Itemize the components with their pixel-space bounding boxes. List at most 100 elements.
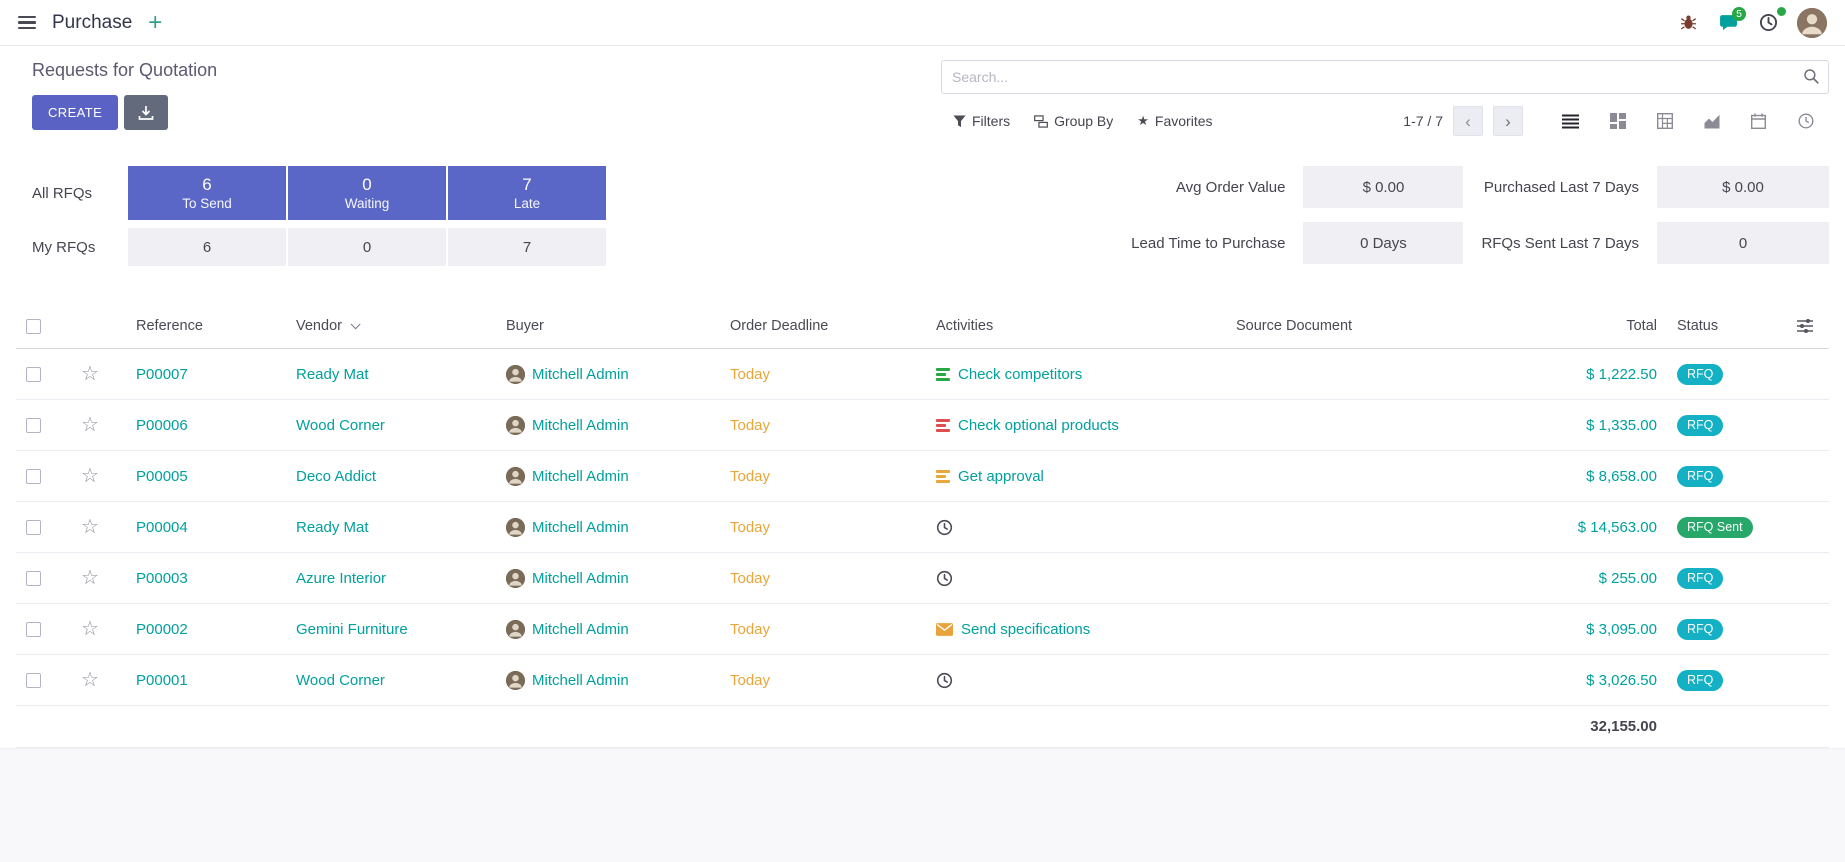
col-buyer[interactable]: Buyer (496, 304, 720, 349)
col-activities[interactable]: Activities (926, 304, 1226, 349)
activity-link[interactable]: Check competitors (958, 366, 1082, 383)
group-by-icon (1034, 115, 1048, 128)
buyer-link[interactable]: Mitchell Admin (532, 519, 629, 536)
buyer-link[interactable]: Mitchell Admin (532, 672, 629, 689)
row-checkbox[interactable] (26, 571, 41, 586)
my-waiting-count[interactable]: 0 (288, 228, 446, 266)
vendor-link[interactable]: Gemini Furniture (296, 621, 408, 638)
tile-late[interactable]: 7 Late (448, 166, 606, 220)
tasks-green-icon[interactable] (936, 368, 950, 381)
col-order-deadline[interactable]: Order Deadline (720, 304, 926, 349)
buyer-link[interactable]: Mitchell Admin (532, 366, 629, 383)
row-checkbox[interactable] (26, 418, 41, 433)
clock-icon[interactable] (936, 570, 953, 587)
filters-button[interactable]: Filters (941, 107, 1022, 135)
list-view-icon[interactable] (1547, 104, 1594, 138)
export-button[interactable] (124, 95, 168, 130)
favorite-star-icon[interactable]: ☆ (81, 465, 99, 487)
table-row[interactable]: ☆ P00003 Azure Interior Mitchell Admin T… (16, 553, 1829, 604)
reference-link[interactable]: P00007 (136, 366, 188, 383)
col-reference[interactable]: Reference (126, 304, 286, 349)
pager-next-button[interactable]: › (1493, 106, 1523, 136)
activity-view-icon[interactable] (1782, 104, 1829, 138)
total-amount: $ 14,563.00 (1578, 519, 1657, 536)
favorite-star-icon[interactable]: ☆ (81, 669, 99, 691)
bug-icon[interactable] (1677, 12, 1699, 34)
kpi-purchased-label: Purchased Last 7 Days (1481, 179, 1639, 196)
search-icon[interactable] (1803, 68, 1820, 85)
buyer-link[interactable]: Mitchell Admin (532, 417, 629, 434)
table-row[interactable]: ☆ P00002 Gemini Furniture Mitchell Admin… (16, 604, 1829, 655)
vendor-link[interactable]: Wood Corner (296, 417, 385, 434)
tile-waiting[interactable]: 0 Waiting (288, 166, 446, 220)
tasks-red-icon[interactable] (936, 419, 950, 432)
table-row[interactable]: ☆ P00005 Deco Addict Mitchell Admin Toda… (16, 451, 1829, 502)
kpi-rfqs-sent-value: 0 (1657, 222, 1829, 264)
calendar-view-icon[interactable] (1735, 104, 1782, 138)
col-source-document[interactable]: Source Document (1226, 304, 1512, 349)
row-checkbox[interactable] (26, 622, 41, 637)
pivot-view-icon[interactable] (1641, 104, 1688, 138)
menu-hamburger-icon[interactable] (18, 16, 36, 29)
reference-link[interactable]: P00006 (136, 417, 188, 434)
reference-link[interactable]: P00002 (136, 621, 188, 638)
download-icon (138, 105, 154, 121)
envelope-icon[interactable] (936, 623, 953, 636)
reference-link[interactable]: P00001 (136, 672, 188, 689)
tile-to-send[interactable]: 6 To Send (128, 166, 286, 220)
col-status[interactable]: Status (1667, 304, 1787, 349)
search-input[interactable] (941, 60, 1829, 94)
reference-link[interactable]: P00005 (136, 468, 188, 485)
vendor-link[interactable]: Deco Addict (296, 468, 376, 485)
buyer-link[interactable]: Mitchell Admin (532, 570, 629, 587)
table-row[interactable]: ☆ P00006 Wood Corner Mitchell Admin Toda… (16, 400, 1829, 451)
my-to-send-count[interactable]: 6 (128, 228, 286, 266)
clock-icon[interactable] (936, 672, 953, 689)
vendor-link[interactable]: Ready Mat (296, 366, 369, 383)
pager-prev-button[interactable]: ‹ (1453, 106, 1483, 136)
favorite-star-icon[interactable]: ☆ (81, 567, 99, 589)
row-checkbox[interactable] (26, 469, 41, 484)
activity-clock-icon[interactable] (1757, 12, 1779, 34)
activity-link[interactable]: Get approval (958, 468, 1044, 485)
tasks-yellow-icon[interactable] (936, 470, 950, 483)
buyer-avatar (506, 620, 525, 639)
chat-icon[interactable]: 5 (1717, 12, 1739, 34)
total-amount: $ 255.00 (1599, 570, 1657, 587)
table-row[interactable]: ☆ P00007 Ready Mat Mitchell Admin Today … (16, 349, 1829, 400)
vendor-link[interactable]: Azure Interior (296, 570, 386, 587)
buyer-link[interactable]: Mitchell Admin (532, 468, 629, 485)
row-checkbox[interactable] (26, 520, 41, 535)
create-button[interactable]: CREATE (32, 95, 118, 130)
row-checkbox[interactable] (26, 673, 41, 688)
activity-link[interactable]: Send specifications (961, 621, 1090, 638)
favorite-star-icon[interactable]: ☆ (81, 363, 99, 385)
graph-view-icon[interactable] (1688, 104, 1735, 138)
table-row[interactable]: ☆ P00004 Ready Mat Mitchell Admin Today … (16, 502, 1829, 553)
vendor-link[interactable]: Ready Mat (296, 519, 369, 536)
status-badge: RFQ (1677, 568, 1723, 589)
reference-link[interactable]: P00004 (136, 519, 188, 536)
col-vendor[interactable]: Vendor (286, 304, 496, 349)
clock-icon[interactable] (936, 519, 953, 536)
pager: 1-7 / 7 ‹ › (1403, 106, 1523, 136)
col-total[interactable]: Total (1512, 304, 1667, 349)
favorites-button[interactable]: ★ Favorites (1125, 107, 1224, 135)
table-row[interactable]: ☆ P00001 Wood Corner Mitchell Admin Toda… (16, 655, 1829, 706)
favorite-star-icon[interactable]: ☆ (81, 618, 99, 640)
row-checkbox[interactable] (26, 367, 41, 382)
activity-link[interactable]: Check optional products (958, 417, 1119, 434)
reference-link[interactable]: P00003 (136, 570, 188, 587)
app-name[interactable]: Purchase (52, 12, 132, 34)
plus-icon[interactable]: + (148, 11, 162, 35)
vendor-link[interactable]: Wood Corner (296, 672, 385, 689)
favorite-star-icon[interactable]: ☆ (81, 414, 99, 436)
my-late-count[interactable]: 7 (448, 228, 606, 266)
user-avatar[interactable] (1797, 8, 1827, 38)
group-by-button[interactable]: Group By (1022, 107, 1125, 135)
kanban-view-icon[interactable] (1594, 104, 1641, 138)
buyer-link[interactable]: Mitchell Admin (532, 621, 629, 638)
select-all-checkbox[interactable] (26, 319, 41, 334)
favorite-star-icon[interactable]: ☆ (81, 516, 99, 538)
optional-columns-button[interactable] (1787, 304, 1829, 349)
